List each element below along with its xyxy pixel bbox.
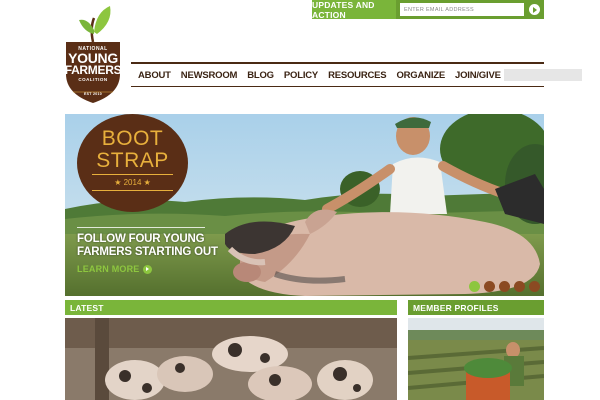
nav-item-blog[interactable]: BLOG xyxy=(247,70,274,81)
logo-farmers-text: FARMERS xyxy=(64,63,122,77)
email-signup xyxy=(396,0,544,19)
nav-item-resources[interactable]: RESOURCES xyxy=(328,70,387,81)
search-input[interactable] xyxy=(503,69,582,81)
badge-boot-text: BOOT xyxy=(101,127,164,150)
nav-item-organize[interactable]: ORGANIZE xyxy=(396,70,445,81)
logo-est-text: EST 2010 xyxy=(84,92,102,96)
learn-more-link[interactable]: LEARN MORE xyxy=(77,264,152,274)
nav-item-newsroom[interactable]: NEWSROOM xyxy=(181,70,238,81)
piglets-photo xyxy=(65,318,397,400)
latest-heading: LATEST xyxy=(65,300,397,315)
arrow-right-icon xyxy=(142,264,152,274)
nav-item-about[interactable]: ABOUT xyxy=(138,70,171,81)
logo-coalition-text: COALITION xyxy=(78,77,108,82)
email-field[interactable] xyxy=(400,3,524,16)
updates-and-action-label: UPDATES AND ACTION xyxy=(312,0,396,20)
arrow-right-icon xyxy=(533,6,537,13)
badge-strap-text: STRAP xyxy=(96,149,169,172)
farmer-field-photo xyxy=(408,318,544,400)
badge-year-text: ★ 2014 ★ xyxy=(114,178,151,187)
headline-rule xyxy=(77,227,205,228)
nav-item-join-give[interactable]: JOIN/GIVE xyxy=(455,70,501,81)
hero-headline: FOLLOW FOUR YOUNG FARMERS STARTING OUT xyxy=(77,233,218,258)
slide-dot-4[interactable] xyxy=(514,281,525,292)
latest-post-image[interactable] xyxy=(65,318,397,400)
badge-divider xyxy=(92,174,173,175)
nav-item-policy[interactable]: POLICY xyxy=(284,70,318,81)
slide-dots xyxy=(469,281,544,292)
member-profile-image[interactable] xyxy=(408,318,544,400)
email-submit-button[interactable] xyxy=(529,4,540,15)
slide-dot-2[interactable] xyxy=(484,281,495,292)
badge-divider xyxy=(92,190,173,191)
slide-dot-3[interactable] xyxy=(499,281,510,292)
bootstrap-badge[interactable]: BOOT STRAP ★ 2014 ★ xyxy=(77,114,188,212)
slide-dot-5[interactable] xyxy=(529,281,540,292)
member-profiles-heading: MEMBER PROFILES xyxy=(408,300,544,315)
main-nav: ABOUT NEWSROOM BLOG POLICY RESOURCES ORG… xyxy=(131,62,582,87)
site-logo[interactable]: NATIONAL YOUNG FARMERS COALITION EST 201… xyxy=(64,4,122,104)
learn-more-label: LEARN MORE xyxy=(77,264,140,274)
slide-dot-1[interactable] xyxy=(469,281,480,292)
